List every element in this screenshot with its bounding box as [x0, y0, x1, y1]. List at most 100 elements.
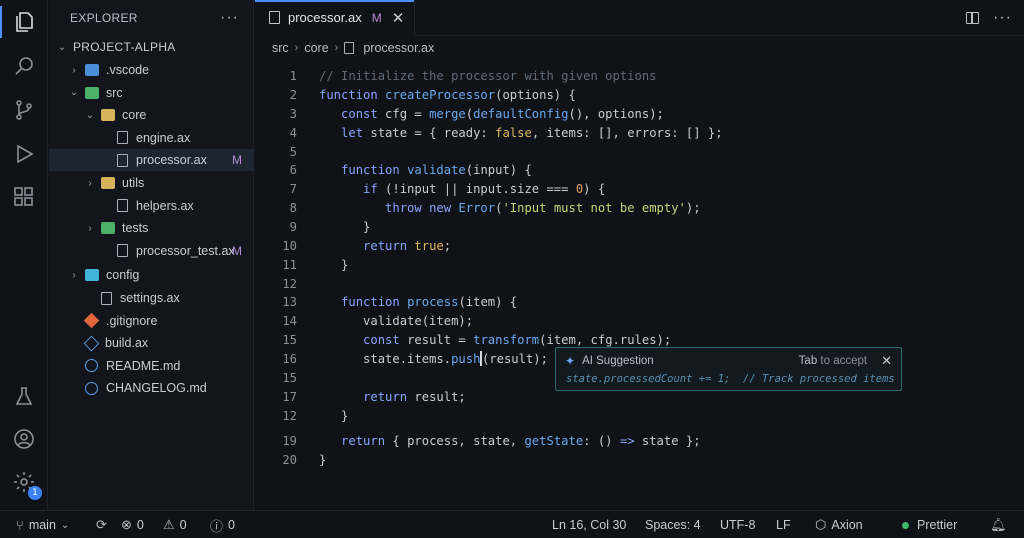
folder-icon — [101, 177, 115, 189]
modified-badge: M — [232, 243, 242, 258]
chevron-right-icon: › — [294, 42, 299, 54]
close-icon[interactable]: ✕ — [881, 353, 892, 369]
sync-icon[interactable]: ⟳ — [96, 511, 107, 538]
breadcrumb-core[interactable]: core — [304, 41, 328, 55]
testing-icon[interactable] — [0, 375, 48, 419]
tab-label: processor.ax — [288, 10, 362, 25]
tree-item-label: utils — [122, 176, 145, 190]
tab-processor[interactable]: processor.ax M ✕ — [255, 0, 416, 36]
tab-bar: processor.ax M ✕ ··· — [255, 0, 1024, 36]
explorer-header: EXPLORER ··· — [49, 0, 253, 36]
split-editor-icon[interactable] — [966, 12, 980, 24]
language-label: Axion — [831, 518, 863, 532]
indentation[interactable]: Spaces: 4 — [645, 511, 701, 538]
branch-indicator[interactable]: ⑂ main ⌄ — [16, 511, 69, 538]
code-token: transform — [473, 332, 540, 347]
line-number: 8 — [289, 200, 297, 215]
chevron-down-icon: ⌄ — [85, 109, 95, 121]
extensions-icon[interactable] — [0, 175, 48, 219]
editor-area: processor.ax M ✕ ··· src › core › proces… — [255, 0, 1024, 510]
chevron-right-icon: › — [72, 269, 76, 281]
file-item[interactable]: engine.ax — [49, 127, 254, 149]
tree-item-label: src — [106, 85, 123, 100]
folder-item[interactable]: ⌄ core — [49, 104, 254, 126]
line-number: 15 — [282, 370, 297, 385]
file-item[interactable]: README.md — [49, 355, 254, 377]
errors-indicator[interactable]: ⊗ 0 — [121, 511, 144, 538]
suggestion-code[interactable]: state.processedCount += 1; // Track proc… — [566, 373, 895, 385]
editor-more-icon[interactable]: ··· — [993, 9, 1012, 27]
breadcrumb-file[interactable]: processor.ax — [363, 41, 434, 55]
file-item[interactable]: processor.ax M — [49, 149, 254, 172]
warning-icon: ⚠ — [163, 517, 175, 532]
project-root[interactable]: ⌄ PROJECT-ALPHA — [49, 36, 254, 58]
code-token: : () — [583, 433, 620, 448]
code-token: ); — [685, 200, 701, 215]
line-number: 3 — [289, 106, 297, 121]
run-debug-icon[interactable] — [0, 132, 48, 176]
notifications-bell-icon[interactable]: 🔔︎ — [990, 511, 1007, 538]
code-line: 7 if (!input || input.size === 0) { — [255, 179, 606, 198]
formatter-status[interactable]: Prettier — [902, 511, 957, 538]
line-number: 4 — [289, 125, 297, 140]
code-token: push — [451, 351, 481, 366]
file-icon — [101, 291, 112, 305]
file-item[interactable]: build.ax — [49, 332, 254, 354]
breadcrumb-src[interactable]: src — [272, 41, 289, 55]
file-item[interactable]: .gitignore — [49, 310, 254, 332]
files-icon[interactable] — [0, 0, 48, 44]
settings-icon[interactable]: 1 — [0, 460, 48, 504]
code-line: 9 } — [255, 217, 371, 236]
warnings-indicator[interactable]: ⚠ 0 — [163, 511, 187, 538]
folder-item[interactable]: ⌄ src — [49, 82, 254, 104]
status-bar: ⑂ main ⌄ ⟳ ⊗ 0 ⚠ 0 ⓘ 0 Ln 16, Col 30 Spa… — [0, 510, 1024, 538]
line-number: 10 — [282, 238, 297, 253]
file-icon — [344, 42, 355, 54]
code-line: 17 return result; — [255, 387, 465, 406]
code-line: 12 } — [255, 406, 348, 425]
folder-item[interactable]: › config — [49, 264, 254, 286]
tree-item-label: engine.ax — [136, 130, 191, 145]
more-actions-icon[interactable]: ··· — [220, 9, 239, 27]
info-count: 0 — [228, 518, 235, 532]
code-token: Error — [458, 200, 496, 215]
code-line: 11 } — [255, 255, 348, 274]
chevron-down-icon: ⌄ — [57, 41, 67, 53]
code-line: 3 const cfg = merge(defaultConfig (), opt… — [255, 104, 664, 123]
code-token: (options) { — [495, 87, 576, 102]
ai-suggestion-popup[interactable]: ✦ AI Suggestion Tab to accept ✕ state.pr… — [555, 347, 902, 391]
code-token: state.items. — [319, 351, 452, 366]
account-icon[interactable] — [0, 417, 48, 461]
file-item[interactable]: processor_test.ax M — [49, 240, 254, 262]
folder-item[interactable]: › tests — [49, 217, 254, 239]
code-line: 16 state.items. push (result); — [255, 349, 548, 368]
file-item[interactable]: helpers.ax — [49, 195, 254, 217]
code-token: validate — [407, 162, 466, 177]
folder-item[interactable]: › utils — [49, 172, 254, 194]
info-indicator[interactable]: ⓘ 0 — [210, 511, 235, 538]
chevron-right-icon: › — [72, 64, 76, 76]
file-item[interactable]: settings.ax — [49, 287, 254, 309]
tree-item-label: config — [106, 268, 140, 283]
file-item[interactable]: CHANGELOG.md — [49, 377, 254, 399]
search-icon[interactable] — [0, 44, 48, 88]
source-control-icon[interactable] — [0, 88, 48, 132]
code-token: (), options); — [568, 106, 664, 121]
folder-item[interactable]: › .vscode — [49, 59, 254, 81]
code-line: 6 function validate (input) { — [255, 160, 532, 179]
language-mode[interactable]: ⬡ Axion — [815, 511, 863, 538]
info-icon — [85, 381, 98, 395]
tree-item-label: README.md — [106, 358, 181, 373]
cursor-position[interactable]: Ln 16, Col 30 — [552, 511, 626, 538]
line-number: 12 — [282, 276, 297, 291]
line-ending[interactable]: LF — [776, 511, 791, 538]
line-number: 20 — [282, 452, 297, 467]
folder-icon — [85, 269, 99, 282]
encoding[interactable]: UTF-8 — [720, 511, 755, 538]
line-number: 19 — [282, 433, 297, 448]
close-icon[interactable]: ✕ — [392, 9, 405, 27]
code-token: validate(item); — [319, 313, 474, 328]
code-token: state = { ready: — [370, 125, 496, 140]
tree-item-label: processor.ax — [136, 153, 207, 168]
